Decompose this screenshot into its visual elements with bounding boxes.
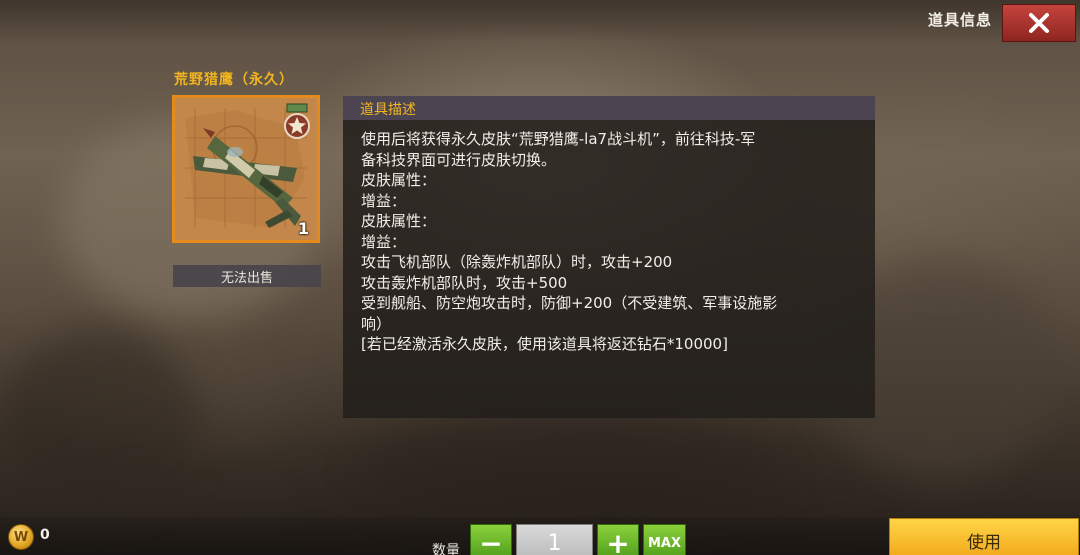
smoke-decoration [360, 420, 780, 530]
description-line: 攻击轰炸机部队时，攻击+500 [361, 273, 568, 292]
description-text: 使用后将获得永久皮肤“荒野猎鹰-la7战斗机”，前往科技-军 备科技界面可进行皮… [361, 129, 851, 355]
smoke-decoration [0, 330, 200, 510]
gold-coin-icon: W [8, 524, 34, 550]
description-line: 攻击飞机部队（除轰炸机部队）时，攻击+200 [361, 253, 673, 271]
item-name: 荒野猎鹰（永久） [174, 72, 294, 88]
description-line: 增益： [361, 232, 407, 251]
description-line: 受到舰船、防空炮攻击时，防御+200（不受建筑、军事设施影 [361, 294, 778, 312]
description-panel: 道具描述 使用后将获得永久皮肤“荒野猎鹰-la7战斗机”，前往科技-军 备科技界… [343, 96, 875, 418]
description-line: [若已经激活永久皮肤，使用该道具将返还钻石*10000] [361, 335, 728, 353]
description-line: 皮肤属性： [361, 171, 437, 189]
description-line: 皮肤属性： [361, 212, 437, 230]
sell-status-badge: 无法出售 [173, 265, 321, 287]
quantity-max-button[interactable]: MAX [643, 524, 686, 555]
star-badge-icon [284, 103, 310, 139]
quantity-minus-button[interactable]: − [470, 524, 512, 555]
description-title: 道具描述 [360, 102, 416, 118]
quantity-label: 数量 [432, 543, 460, 555]
description-line: 备科技界面可进行皮肤切换。 [361, 150, 557, 169]
top-bar [0, 0, 1080, 42]
panel-title: 道具信息 [927, 11, 992, 29]
description-line: 响） [361, 314, 392, 333]
description-line: 增益： [361, 191, 407, 210]
item-icon-frame[interactable]: 1 [172, 95, 320, 243]
close-button[interactable] [1002, 4, 1076, 42]
item-count: 1 [297, 219, 309, 238]
quantity-plus-button[interactable]: + [597, 524, 639, 555]
use-button[interactable]: 使用 [889, 518, 1079, 555]
description-line: 使用后将获得永久皮肤“荒野猎鹰-la7战斗机”，前往科技-军 [361, 130, 756, 148]
quantity-input[interactable] [516, 524, 593, 555]
description-header: 道具描述 [343, 96, 875, 120]
coin-amount: 0 [40, 527, 50, 543]
item-info-screen: 道具信息 荒野猎鹰（永久） 1 无法出售 道具描述 使用后将获得永久皮肤“荒野猎… [0, 0, 1080, 555]
close-icon [1028, 12, 1050, 34]
